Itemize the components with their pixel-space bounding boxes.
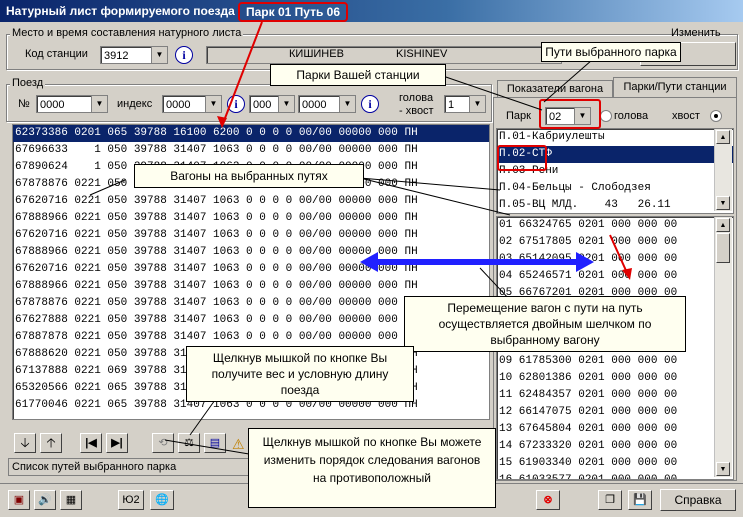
callout-text: Щелкнув мышкой по кнопке Вы можете измен… xyxy=(262,435,482,485)
callout-line xyxy=(439,74,543,111)
callout-weight-button: Щелкнув мышкой по кнопке Вы получите вес… xyxy=(186,346,414,402)
callout-text: Парки Вашей станции xyxy=(296,68,420,82)
callout-line xyxy=(609,234,629,276)
callout-parks-station: Парки Вашей станции xyxy=(270,64,446,86)
callout-line xyxy=(164,439,256,456)
callout-line xyxy=(359,177,501,191)
callout-wagons-on-paths: Вагоны на выбранных путях xyxy=(134,164,364,188)
callout-text: Перемещение вагон с пути на путь осущест… xyxy=(438,301,652,347)
callout-text: Пути выбранного парка xyxy=(545,45,677,59)
callout-line xyxy=(359,177,511,216)
callout-text: Щелкнув мышкой по кнопке Вы получите вес… xyxy=(211,351,389,397)
callout-paths-selected-park: Пути выбранного парка xyxy=(541,42,681,62)
arrow-left-icon xyxy=(360,252,378,272)
arrow-right-icon xyxy=(576,252,594,272)
callout-move-wagons: Перемещение вагон с пути на путь осущест… xyxy=(404,296,686,352)
callout-reverse-button: Щелкнув мышкой по кнопке Вы можете измен… xyxy=(248,428,496,508)
callout-line xyxy=(221,21,263,127)
callout-line xyxy=(89,179,126,196)
callout-line xyxy=(543,59,593,103)
arrow-head-icon xyxy=(622,268,632,280)
arrow-head-icon xyxy=(217,116,227,128)
callout-text: Вагоны на выбранных путях xyxy=(170,169,328,183)
callout-line xyxy=(189,399,216,436)
